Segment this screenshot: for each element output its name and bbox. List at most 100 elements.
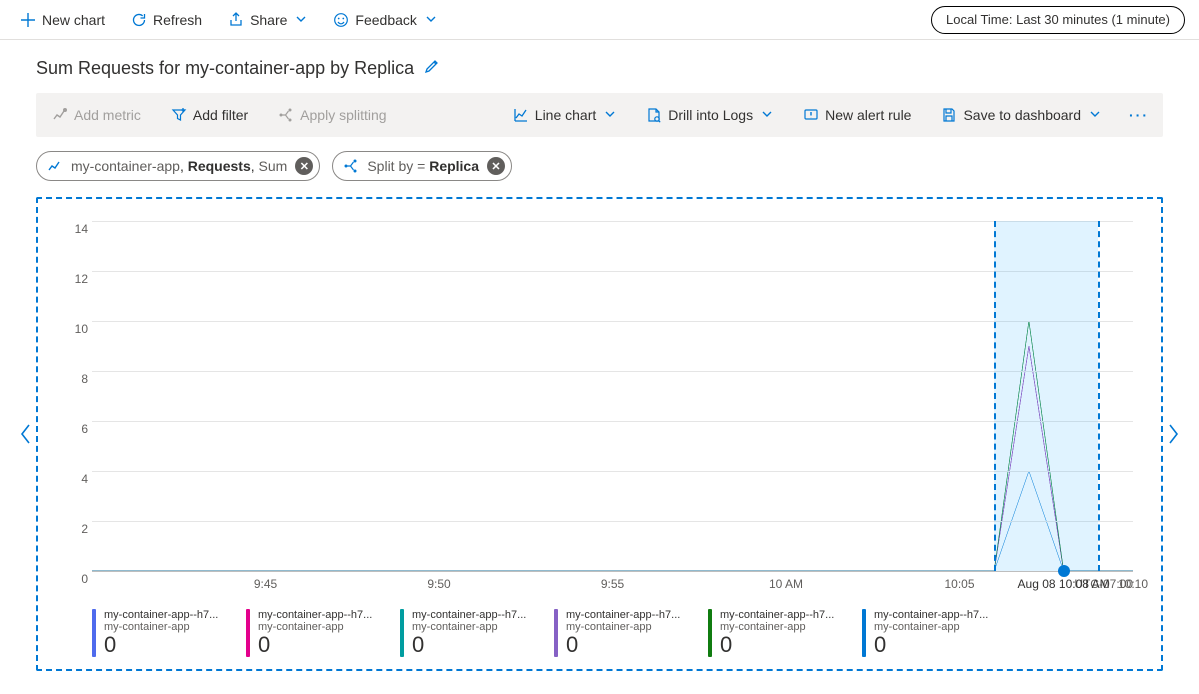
refresh-icon bbox=[131, 12, 147, 28]
new-chart-label: New chart bbox=[42, 12, 105, 28]
x-axis: UTC-07:00 9:459:509:5510 AM10:0510:10Aug… bbox=[92, 577, 1133, 603]
time-range-picker[interactable]: Local Time: Last 30 minutes (1 minute) bbox=[931, 6, 1185, 34]
metric-icon bbox=[52, 107, 68, 123]
legend-resource-name: my-container-app bbox=[874, 621, 988, 633]
feedback-label: Feedback bbox=[355, 12, 416, 28]
y-tick: 4 bbox=[58, 472, 88, 486]
feedback-button[interactable]: Feedback bbox=[327, 4, 442, 36]
new-alert-button[interactable]: New alert rule bbox=[797, 99, 917, 131]
x-tick: 9:45 bbox=[254, 577, 277, 591]
split-icon bbox=[278, 107, 294, 123]
save-dashboard-button[interactable]: Save to dashboard bbox=[935, 99, 1107, 131]
refresh-label: Refresh bbox=[153, 12, 202, 28]
legend-item[interactable]: my-container-app--h7...my-container-app0 bbox=[400, 609, 538, 657]
apply-splitting-label: Apply splitting bbox=[300, 107, 386, 123]
x-tick: 10:05 bbox=[944, 577, 974, 591]
legend-resource-name: my-container-app bbox=[412, 621, 526, 633]
split-chip-text: Split by = Replica bbox=[367, 158, 479, 174]
save-dashboard-label: Save to dashboard bbox=[963, 107, 1081, 123]
add-metric-button[interactable]: Add metric bbox=[46, 99, 147, 131]
drill-logs-label: Drill into Logs bbox=[668, 107, 753, 123]
new-alert-label: New alert rule bbox=[825, 107, 911, 123]
legend-value: 0 bbox=[566, 633, 680, 657]
remove-chip-button[interactable]: ✕ bbox=[295, 157, 313, 175]
drill-logs-button[interactable]: Drill into Logs bbox=[640, 99, 779, 131]
share-label: Share bbox=[250, 12, 287, 28]
legend-swatch bbox=[708, 609, 712, 657]
y-tick: 14 bbox=[58, 222, 88, 236]
remove-chip-button[interactable]: ✕ bbox=[487, 157, 505, 175]
chart-type-dropdown[interactable]: Line chart bbox=[507, 99, 622, 131]
y-tick: 6 bbox=[58, 422, 88, 436]
legend-resource-name: my-container-app bbox=[104, 621, 218, 633]
x-tick: 10:10 bbox=[1118, 577, 1148, 591]
legend-series-name: my-container-app--h7... bbox=[720, 609, 834, 621]
legend-series-name: my-container-app--h7... bbox=[874, 609, 988, 621]
plus-icon bbox=[20, 12, 36, 28]
apply-splitting-button[interactable]: Apply splitting bbox=[272, 99, 392, 131]
legend-resource-name: my-container-app bbox=[566, 621, 680, 633]
new-chart-button[interactable]: New chart bbox=[14, 4, 111, 36]
alert-icon bbox=[803, 107, 819, 123]
chevron-down-icon bbox=[1089, 107, 1101, 123]
time-brush[interactable] bbox=[994, 221, 1098, 571]
legend-swatch bbox=[92, 609, 96, 657]
legend-item[interactable]: my-container-app--h7...my-container-app0 bbox=[554, 609, 692, 657]
filter-chips: my-container-app, Requests, Sum ✕ Split … bbox=[0, 137, 1199, 191]
y-tick: 8 bbox=[58, 372, 88, 386]
chevron-down-icon bbox=[761, 107, 773, 123]
legend-swatch bbox=[554, 609, 558, 657]
chart-toolbar: Add metric Add filter Apply splitting Li… bbox=[36, 93, 1163, 137]
legend-swatch bbox=[246, 609, 250, 657]
x-tick: 9:55 bbox=[601, 577, 624, 591]
legend-series-name: my-container-app--h7... bbox=[566, 609, 680, 621]
data-point-marker[interactable] bbox=[1058, 565, 1070, 577]
metric-chip[interactable]: my-container-app, Requests, Sum ✕ bbox=[36, 151, 320, 181]
add-filter-label: Add filter bbox=[193, 107, 248, 123]
legend-item[interactable]: my-container-app--h7...my-container-app0 bbox=[708, 609, 846, 657]
y-tick: 12 bbox=[58, 272, 88, 286]
legend-value: 0 bbox=[258, 633, 372, 657]
time-annotation: Aug 08 10:08 AM bbox=[1018, 577, 1110, 591]
chart-series bbox=[92, 221, 1133, 571]
scroll-right-button[interactable] bbox=[1163, 197, 1183, 671]
share-icon bbox=[228, 12, 244, 28]
metric-icon bbox=[47, 158, 63, 174]
legend-value: 0 bbox=[104, 633, 218, 657]
y-tick: 2 bbox=[58, 522, 88, 536]
x-tick: 10 AM bbox=[769, 577, 803, 591]
legend-resource-name: my-container-app bbox=[720, 621, 834, 633]
line-chart-icon bbox=[513, 107, 529, 123]
chart-panel[interactable]: 02468101214 UTC-07:00 9:459:509:5510 AM1… bbox=[36, 197, 1163, 671]
smiley-icon bbox=[333, 12, 349, 28]
legend-value: 0 bbox=[720, 633, 834, 657]
scroll-left-button[interactable] bbox=[16, 197, 36, 671]
legend-item[interactable]: my-container-app--h7...my-container-app0 bbox=[862, 609, 1000, 657]
legend-item[interactable]: my-container-app--h7...my-container-app0 bbox=[246, 609, 384, 657]
legend-swatch bbox=[862, 609, 866, 657]
add-metric-label: Add metric bbox=[74, 107, 141, 123]
chevron-down-icon bbox=[295, 12, 307, 28]
legend-item[interactable]: my-container-app--h7...my-container-app0 bbox=[92, 609, 230, 657]
metric-chip-text: my-container-app, Requests, Sum bbox=[71, 158, 287, 174]
chart-stage: 02468101214 UTC-07:00 9:459:509:5510 AM1… bbox=[16, 197, 1183, 671]
x-tick: 9:50 bbox=[427, 577, 450, 591]
add-filter-button[interactable]: Add filter bbox=[165, 99, 254, 131]
chart-type-label: Line chart bbox=[535, 107, 596, 123]
pencil-icon bbox=[424, 58, 440, 78]
save-icon bbox=[941, 107, 957, 123]
legend-series-name: my-container-app--h7... bbox=[104, 609, 218, 621]
legend-swatch bbox=[400, 609, 404, 657]
plot-area[interactable]: 02468101214 bbox=[92, 221, 1133, 571]
split-chip[interactable]: Split by = Replica ✕ bbox=[332, 151, 512, 181]
edit-title-button[interactable] bbox=[424, 58, 440, 79]
more-options-button[interactable]: ··· bbox=[1125, 107, 1153, 123]
share-button[interactable]: Share bbox=[222, 4, 313, 36]
legend-resource-name: my-container-app bbox=[258, 621, 372, 633]
y-axis: 02468101214 bbox=[58, 221, 88, 571]
refresh-button[interactable]: Refresh bbox=[125, 4, 208, 36]
y-tick: 0 bbox=[58, 572, 88, 586]
chevron-down-icon bbox=[604, 107, 616, 123]
chevron-down-icon bbox=[425, 12, 437, 28]
logs-icon bbox=[646, 107, 662, 123]
